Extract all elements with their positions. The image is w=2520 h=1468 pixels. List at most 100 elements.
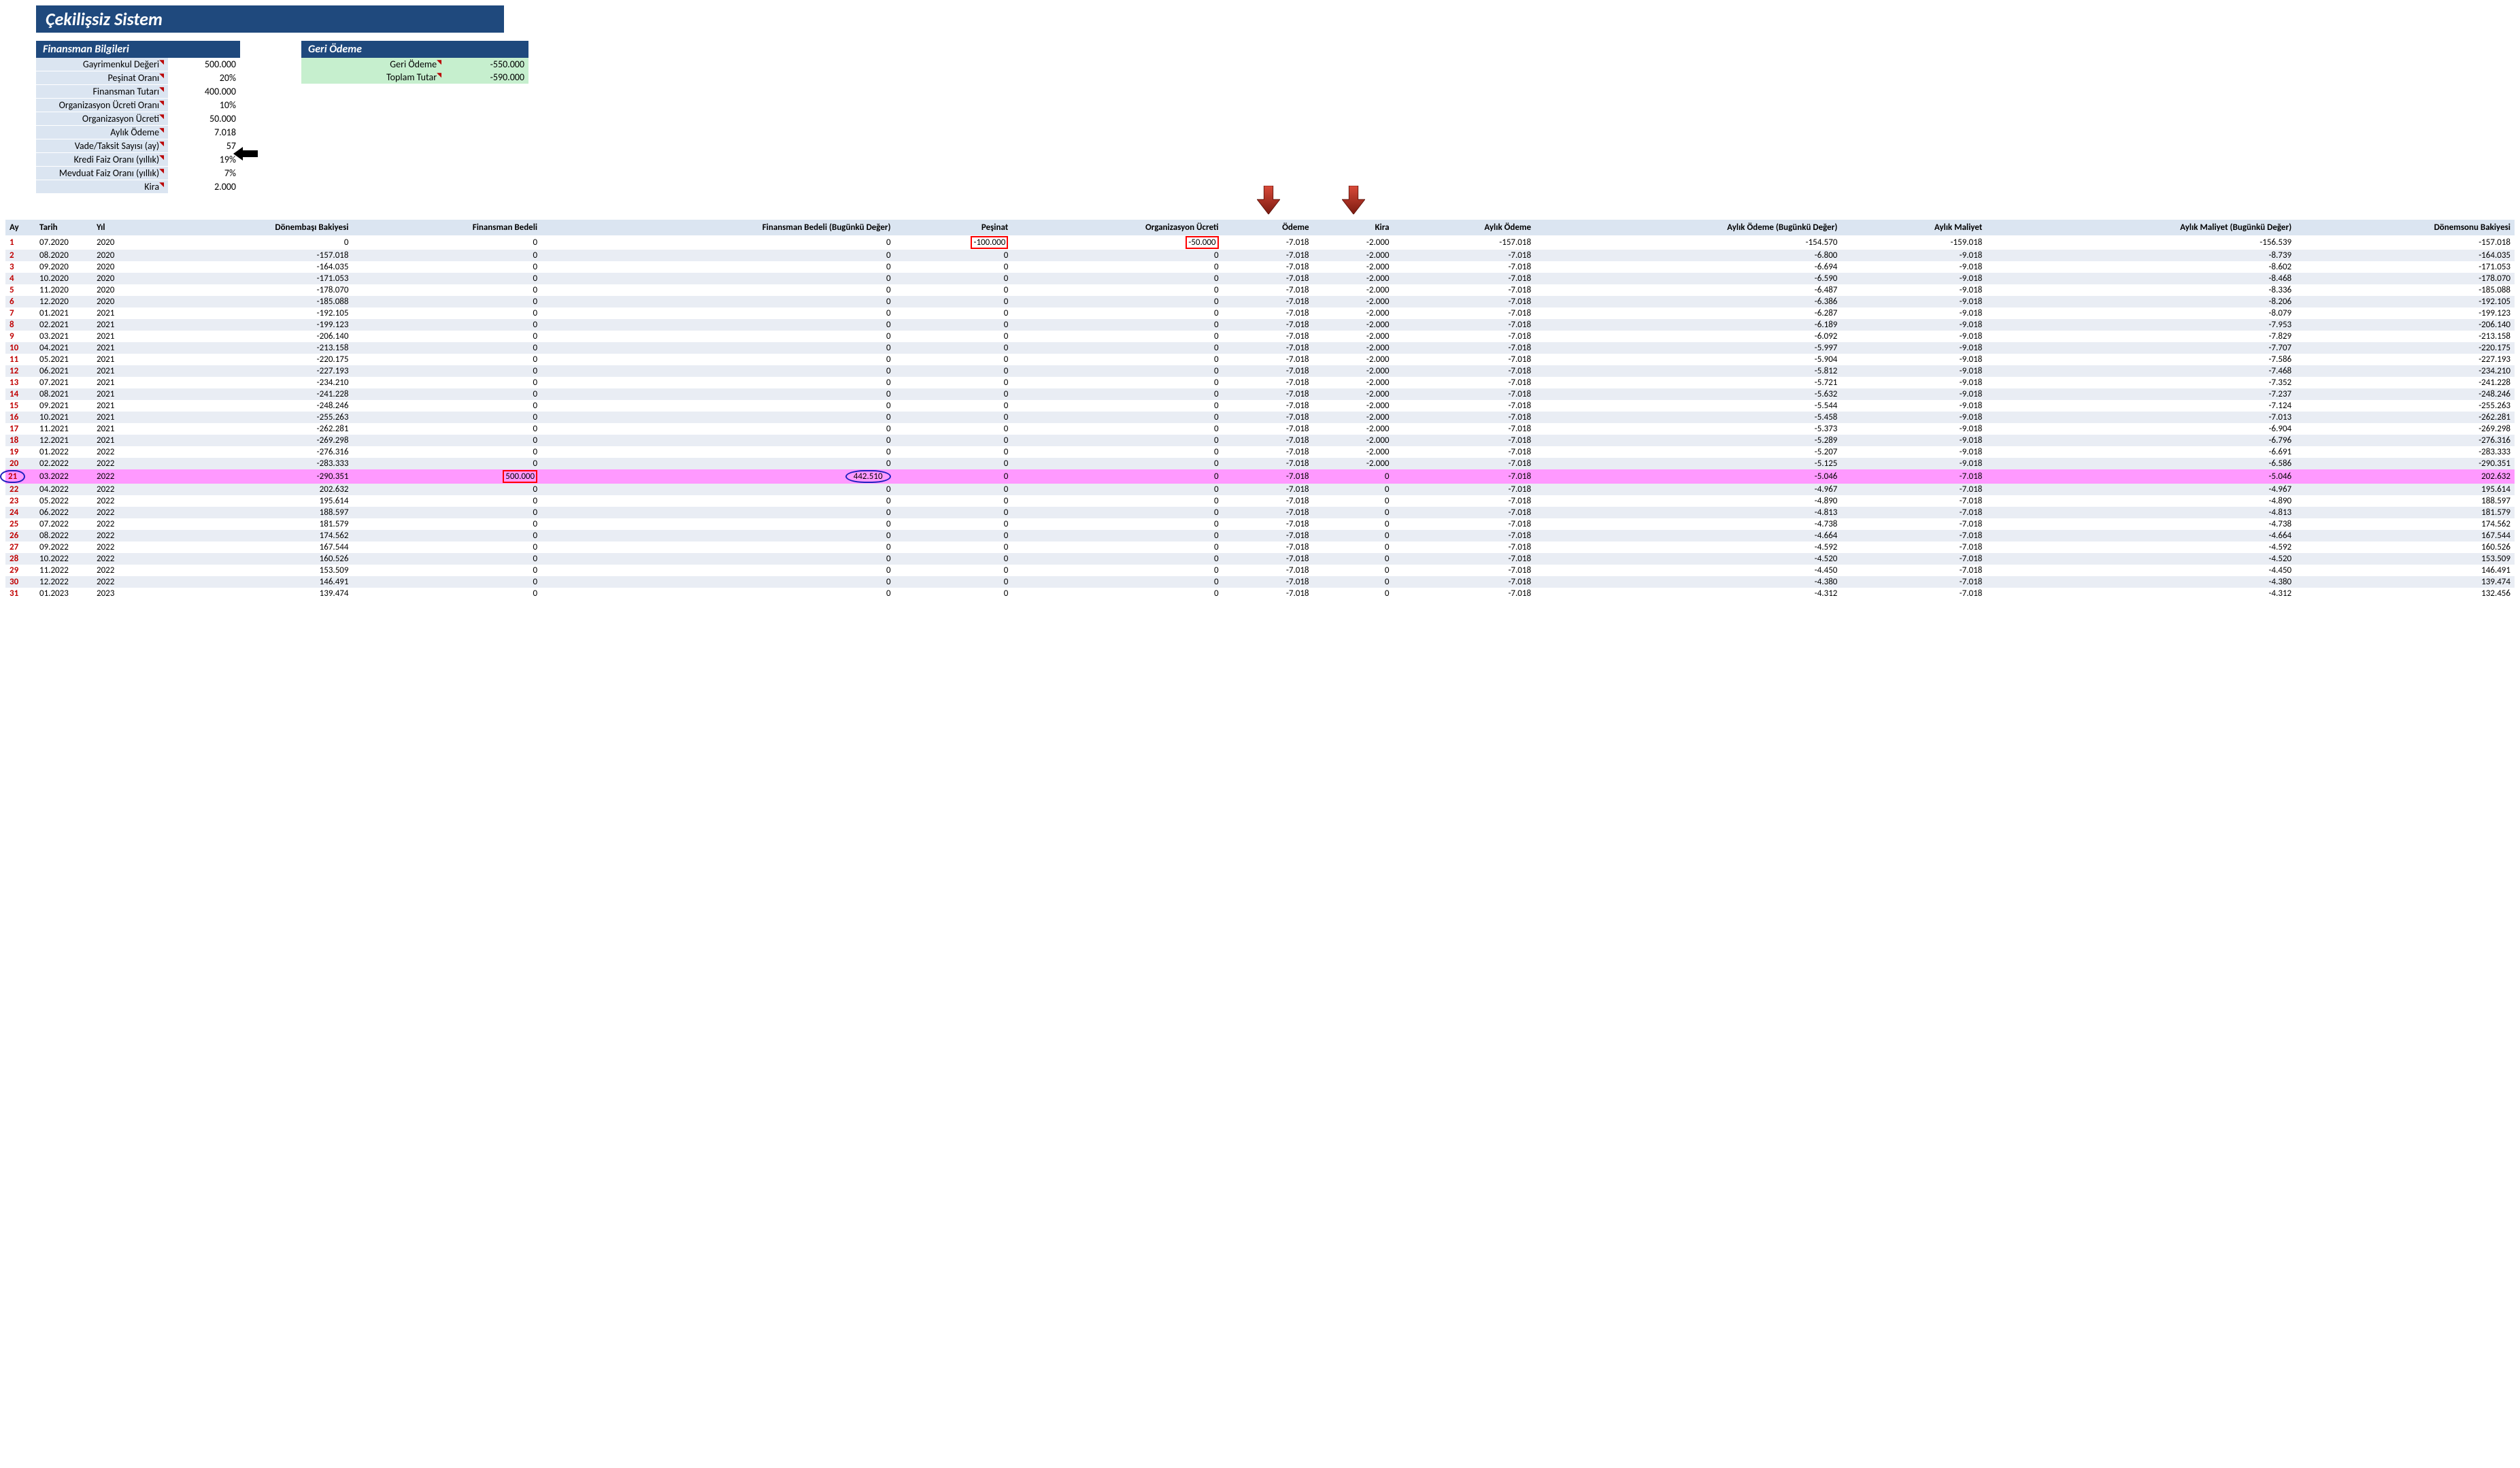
table-cell[interactable]: -4.813 — [1986, 507, 2296, 518]
table-cell[interactable]: 0 — [352, 261, 541, 273]
table-cell[interactable]: 167.544 — [2296, 530, 2515, 541]
table-cell[interactable]: 0 — [352, 541, 541, 553]
table-cell[interactable]: 0 — [541, 588, 894, 599]
table-row[interactable]: 2204.20222022202.6320000-7.0180-7.018-4.… — [5, 484, 2515, 495]
table-cell[interactable]: 0 — [1313, 553, 1394, 565]
table-cell[interactable]: 0 — [1012, 319, 1222, 331]
table-cell[interactable]: -157.018 — [141, 250, 352, 261]
table-cell[interactable]: -7.018 — [1841, 518, 1986, 530]
table-cell[interactable]: 0 — [895, 388, 1013, 400]
table-cell[interactable]: 0 — [352, 435, 541, 446]
table-cell[interactable]: -7.018 — [1841, 507, 1986, 518]
table-cell[interactable]: 0 — [1313, 565, 1394, 576]
table-cell[interactable]: -9.018 — [1841, 250, 1986, 261]
table-cell[interactable]: 0 — [895, 576, 1013, 588]
table-cell[interactable]: -2.000 — [1313, 284, 1394, 296]
table-cell[interactable]: 0 — [1012, 530, 1222, 541]
table-cell[interactable]: -4.664 — [1535, 530, 1841, 541]
table-cell[interactable]: -7.013 — [1986, 412, 2296, 423]
table-cell[interactable]: -290.351 — [2296, 458, 2515, 469]
table-cell[interactable]: -9.018 — [1841, 412, 1986, 423]
table-cell[interactable]: -206.140 — [2296, 319, 2515, 331]
table-cell[interactable]: -7.018 — [1394, 400, 1536, 412]
table-cell[interactable]: 0 — [1313, 518, 1394, 530]
table-cell[interactable]: 202.632 — [2296, 469, 2515, 484]
table-row[interactable]: 1206.20212021-227.1930000-7.018-2.000-7.… — [5, 365, 2515, 377]
table-cell[interactable]: 0 — [1012, 507, 1222, 518]
table-cell[interactable]: 0 — [541, 565, 894, 576]
table-cell[interactable]: -8.468 — [1986, 273, 2296, 284]
table-cell[interactable]: 08.2020 — [35, 250, 93, 261]
table-cell[interactable]: 0 — [352, 588, 541, 599]
table-row[interactable]: 1004.20212021-213.1580000-7.018-2.000-7.… — [5, 342, 2515, 354]
column-header[interactable]: Dönemsonu Bakiyesi — [2296, 220, 2515, 235]
table-cell[interactable]: -7.018 — [1223, 365, 1313, 377]
table-cell[interactable]: 0 — [141, 235, 352, 250]
table-cell[interactable]: -164.035 — [2296, 250, 2515, 261]
table-cell[interactable]: -6.800 — [1535, 250, 1841, 261]
table-cell[interactable]: -2.000 — [1313, 235, 1394, 250]
table-cell[interactable]: 0 — [1012, 553, 1222, 565]
table-row[interactable]: 2002.20222022-283.3330000-7.018-2.000-7.… — [5, 458, 2515, 469]
table-cell[interactable]: 7 — [5, 307, 35, 319]
table-cell[interactable]: -213.158 — [2296, 331, 2515, 342]
table-cell[interactable]: 0 — [895, 518, 1013, 530]
table-cell[interactable]: -7.018 — [1223, 576, 1313, 588]
table-cell[interactable]: 8 — [5, 319, 35, 331]
table-cell[interactable]: 0 — [1012, 261, 1222, 273]
column-header[interactable]: Yıl — [93, 220, 141, 235]
table-cell[interactable]: 0 — [541, 284, 894, 296]
table-cell[interactable]: -9.018 — [1841, 435, 1986, 446]
table-cell[interactable]: 0 — [541, 296, 894, 307]
table-cell[interactable]: -6.590 — [1535, 273, 1841, 284]
table-cell[interactable]: -7.018 — [1394, 331, 1536, 342]
table-cell[interactable]: 0 — [895, 331, 1013, 342]
column-header[interactable]: Finansman Bedeli (Bugünkü Değer) — [541, 220, 894, 235]
table-cell[interactable]: 0 — [895, 354, 1013, 365]
table-cell[interactable]: 139.474 — [2296, 576, 2515, 588]
table-cell[interactable]: -283.333 — [2296, 446, 2515, 458]
table-cell[interactable]: 0 — [895, 296, 1013, 307]
table-cell[interactable]: -255.263 — [2296, 400, 2515, 412]
finance-value[interactable]: 10% — [168, 99, 240, 112]
table-cell[interactable]: 2022 — [93, 495, 141, 507]
table-cell[interactable]: 0 — [1012, 307, 1222, 319]
table-cell[interactable]: 0 — [352, 296, 541, 307]
finance-value[interactable]: 7% — [168, 167, 240, 180]
table-cell[interactable]: -4.312 — [1535, 588, 1841, 599]
table-cell[interactable]: 0 — [1012, 273, 1222, 284]
table-cell[interactable]: 0 — [895, 423, 1013, 435]
table-cell[interactable]: -7.018 — [1394, 284, 1536, 296]
table-cell[interactable]: -100.000 — [895, 235, 1013, 250]
table-cell[interactable]: 0 — [895, 284, 1013, 296]
table-cell[interactable]: -2.000 — [1313, 400, 1394, 412]
table-cell[interactable]: -171.053 — [141, 273, 352, 284]
table-cell[interactable]: -6.796 — [1986, 435, 2296, 446]
table-cell[interactable]: 0 — [1012, 388, 1222, 400]
table-cell[interactable]: 2021 — [93, 342, 141, 354]
table-cell[interactable]: -269.298 — [141, 435, 352, 446]
table-cell[interactable]: -248.246 — [2296, 388, 2515, 400]
table-cell[interactable]: 442.510 — [541, 469, 894, 484]
table-cell[interactable]: -4.890 — [1986, 495, 2296, 507]
table-cell[interactable]: 0 — [895, 377, 1013, 388]
table-cell[interactable]: -262.281 — [141, 423, 352, 435]
table-cell[interactable]: -9.018 — [1841, 261, 1986, 273]
table-cell[interactable]: 0 — [541, 273, 894, 284]
table-cell[interactable]: 0 — [895, 541, 1013, 553]
table-cell[interactable]: -7.018 — [1394, 365, 1536, 377]
table-cell[interactable]: -7.018 — [1223, 518, 1313, 530]
table-cell[interactable]: 17 — [5, 423, 35, 435]
table-row[interactable]: 511.20202020-178.0700000-7.018-2.000-7.0… — [5, 284, 2515, 296]
finance-value[interactable]: 50.000 — [168, 112, 240, 126]
table-cell[interactable]: -5.632 — [1535, 388, 1841, 400]
table-cell[interactable]: -7.018 — [1223, 261, 1313, 273]
table-row[interactable]: 802.20212021-199.1230000-7.018-2.000-7.0… — [5, 319, 2515, 331]
table-cell[interactable]: -5.289 — [1535, 435, 1841, 446]
table-cell[interactable]: 2022 — [93, 530, 141, 541]
column-header[interactable]: Aylık Maliyet (Bugünkü Değer) — [1986, 220, 2296, 235]
table-cell[interactable]: 03.2022 — [35, 469, 93, 484]
table-cell[interactable]: 12.2022 — [35, 576, 93, 588]
table-cell[interactable]: 02.2021 — [35, 319, 93, 331]
table-cell[interactable]: -7.018 — [1223, 484, 1313, 495]
